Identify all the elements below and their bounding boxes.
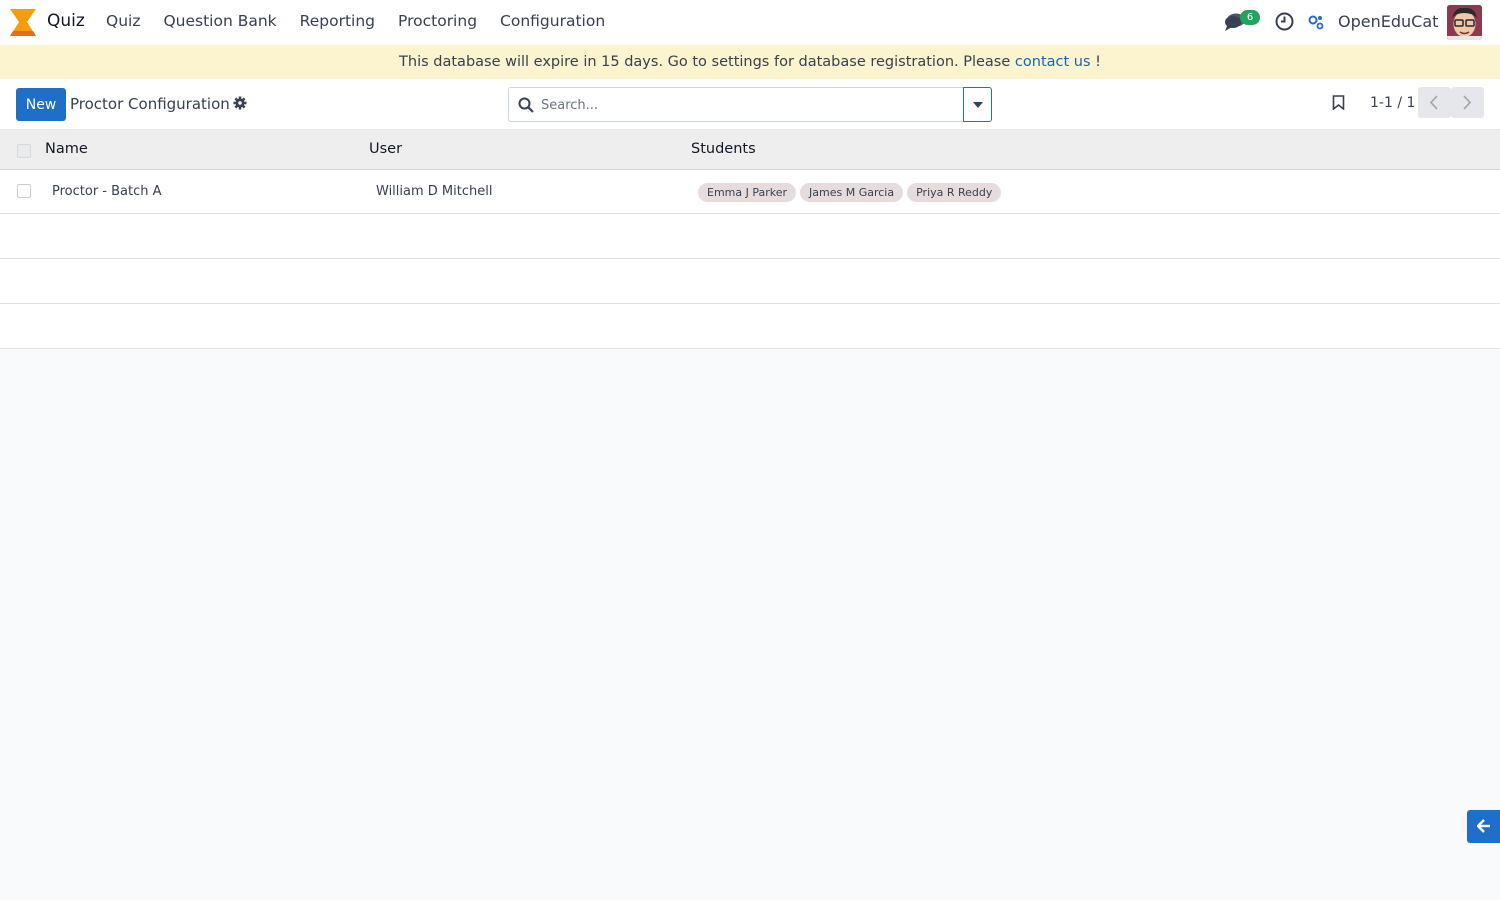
chat-badge: 6 [1240, 10, 1260, 25]
breadcrumb: Proctor Configuration [70, 95, 230, 113]
empty-row [0, 214, 1500, 259]
empty-row [0, 304, 1500, 349]
company-name[interactable]: OpenEduCat [1338, 12, 1438, 31]
top-navbar: Quiz Quiz Question Bank Reporting Procto… [0, 0, 1500, 45]
expiration-banner: This database will expire in 15 days. Go… [0, 45, 1500, 79]
search-box[interactable] [508, 87, 964, 122]
list-view-table: Name User Students Proctor - Batch A Wil… [0, 130, 1500, 349]
gear-icon[interactable] [233, 96, 247, 110]
pager-next-button[interactable] [1451, 87, 1484, 118]
user-avatar[interactable] [1447, 5, 1482, 40]
app-name[interactable]: Quiz [47, 11, 85, 31]
chevron-down-icon [973, 102, 983, 108]
menu-item-quiz[interactable]: Quiz [106, 12, 140, 30]
chevron-right-icon [1463, 95, 1472, 110]
column-header-name[interactable]: Name [45, 141, 88, 157]
bookmark-icon[interactable] [1332, 95, 1345, 110]
select-all-checkbox[interactable] [17, 144, 31, 158]
pager-value[interactable]: 1-1 / 1 [1370, 95, 1415, 111]
banner-text: This database will expire in 15 days. Go… [399, 54, 1015, 70]
new-button[interactable]: New [16, 88, 66, 121]
quiz-app-logo-icon[interactable] [9, 9, 37, 36]
search-icon [518, 97, 534, 113]
pager-previous-button[interactable] [1418, 87, 1451, 118]
student-tag: Priya R Reddy [907, 183, 1002, 202]
row-checkbox[interactable] [17, 184, 31, 198]
student-tag: Emma J Parker [698, 183, 797, 202]
table-row[interactable]: Proctor - Batch A William D Mitchell Emm… [0, 170, 1500, 214]
search-input[interactable] [541, 95, 951, 115]
column-header-students[interactable]: Students [691, 141, 756, 157]
arrow-left-icon [1477, 819, 1490, 833]
cell-name[interactable]: Proctor - Batch A [52, 184, 162, 199]
debug-settings-icon[interactable] [1308, 14, 1324, 30]
main-menu: Quiz Question Bank Reporting Proctoring … [106, 12, 628, 30]
expand-panel-button[interactable] [1467, 810, 1500, 843]
banner-suffix: ! [1090, 54, 1101, 70]
menu-item-reporting[interactable]: Reporting [300, 12, 375, 30]
contact-us-link[interactable]: contact us [1015, 54, 1091, 70]
column-header-user[interactable]: User [369, 141, 402, 157]
cell-user[interactable]: William D Mitchell [376, 184, 492, 199]
menu-item-question-bank[interactable]: Question Bank [163, 12, 276, 30]
avatar-face-icon [1447, 5, 1482, 40]
students-tags: Emma J Parker James M Garcia Priya R Red… [698, 183, 1002, 202]
menu-item-configuration[interactable]: Configuration [500, 12, 605, 30]
search-options-toggle[interactable] [963, 87, 992, 122]
control-panel: New Proctor Configuration 1-1 / 1 [0, 79, 1500, 130]
table-header: Name User Students [0, 130, 1500, 170]
student-tag: James M Garcia [800, 183, 904, 202]
chevron-left-icon [1429, 95, 1438, 110]
menu-item-proctoring[interactable]: Proctoring [398, 12, 477, 30]
clock-icon[interactable] [1275, 12, 1294, 31]
empty-row [0, 259, 1500, 304]
